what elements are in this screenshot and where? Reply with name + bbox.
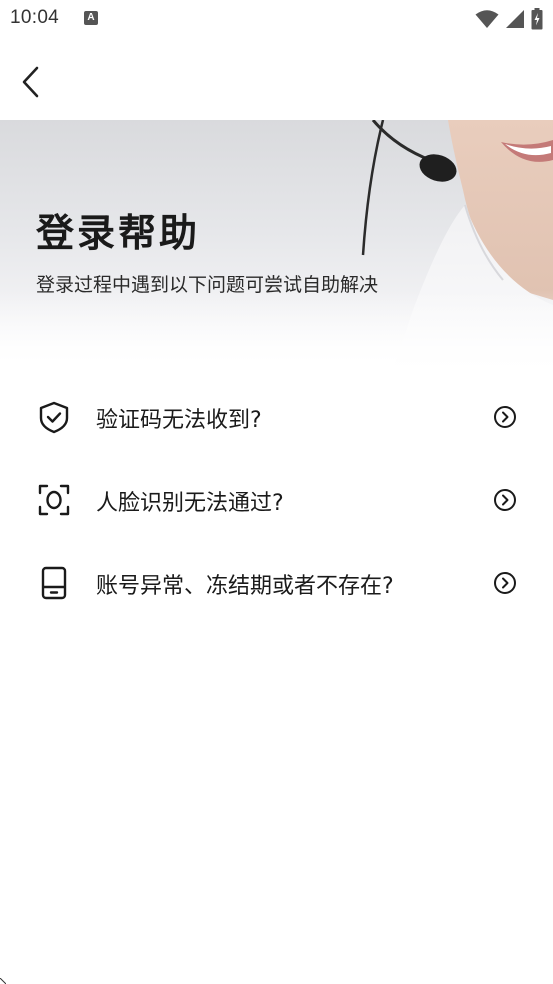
wifi-icon xyxy=(475,10,499,28)
nav-bar xyxy=(0,38,553,120)
help-item-account-issue[interactable]: 账号异常、冻结期或者不存在? xyxy=(0,541,553,624)
status-bar: 10:04 A xyxy=(0,0,553,38)
help-item-label: 账号异常、冻结期或者不存在? xyxy=(96,574,394,599)
phone-icon xyxy=(41,566,67,600)
help-list: 验证码无法收到? 人脸识别无法通过? 账号异常、冻结期或者不存在? xyxy=(0,375,553,624)
shield-check-icon xyxy=(39,401,69,434)
circle-arrow-right-icon xyxy=(494,489,516,511)
corner-mark xyxy=(0,978,6,984)
circle-arrow-right-icon xyxy=(494,406,516,428)
back-button[interactable] xyxy=(14,64,48,100)
status-time: 10:04 xyxy=(10,7,60,28)
face-scan-icon xyxy=(38,484,70,516)
notification-a-icon: A xyxy=(84,11,98,25)
page-subtitle: 登录过程中遇到以下问题可尝试自助解决 xyxy=(36,274,379,296)
page-title: 登录帮助 xyxy=(36,211,201,255)
help-item-face-recognition[interactable]: 人脸识别无法通过? xyxy=(0,458,553,541)
help-item-label: 人脸识别无法通过? xyxy=(96,491,284,516)
circle-arrow-right-icon xyxy=(494,572,516,594)
signal-icon xyxy=(506,10,524,28)
hero-fade xyxy=(0,290,553,370)
status-icons xyxy=(475,8,543,30)
hero-banner: 登录帮助 登录过程中遇到以下问题可尝试自助解决 xyxy=(0,120,553,370)
battery-charging-icon xyxy=(531,8,543,30)
help-item-label: 验证码无法收到? xyxy=(96,408,262,433)
chevron-left-icon xyxy=(22,66,39,98)
help-item-verification-code[interactable]: 验证码无法收到? xyxy=(0,375,553,458)
